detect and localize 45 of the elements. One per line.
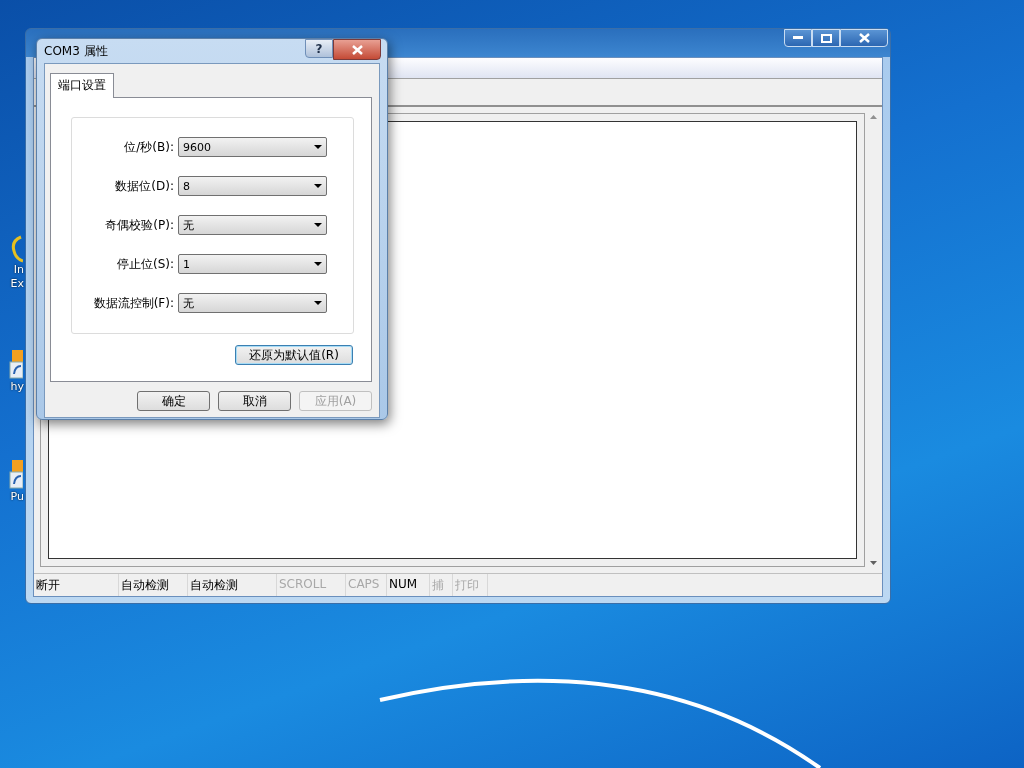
- dropdown[interactable]: 8: [178, 176, 327, 196]
- dropdown[interactable]: 无: [178, 293, 327, 313]
- dropdown-arrow-icon: [314, 301, 322, 305]
- maximize-button[interactable]: [812, 29, 840, 47]
- status-item: 断开: [34, 574, 119, 596]
- dropdown-arrow-icon: [314, 223, 322, 227]
- dialog-button[interactable]: 确定: [137, 391, 210, 411]
- tab[interactable]: 端口设置: [50, 73, 114, 98]
- maximize-icon: [820, 33, 832, 43]
- close-icon: [858, 33, 870, 43]
- field-label: 奇偶校验(P):: [105, 216, 174, 234]
- field-label: 数据流控制(F):: [93, 294, 174, 312]
- dropdown-arrow-icon: [314, 262, 322, 266]
- dropdown-arrow-icon: [314, 145, 322, 149]
- status-item: NUM: [387, 574, 430, 596]
- shortcut-icon[interactable]: [9, 350, 23, 380]
- dialog-button[interactable]: 取消: [218, 391, 291, 411]
- scroll-up-icon[interactable]: [870, 115, 877, 119]
- scroll-down-icon[interactable]: [870, 561, 877, 565]
- desktop-icon-label[interactable]: Ex: [10, 277, 25, 291]
- field-label: 停止位(S):: [116, 255, 174, 273]
- dialog-title: COM3 属性: [44, 43, 108, 60]
- desktop-icon-label[interactable]: Pu: [10, 490, 25, 504]
- dropdown[interactable]: 无: [178, 215, 327, 235]
- status-item: 自动检测: [188, 574, 277, 596]
- desktop-icon-label[interactable]: In: [13, 263, 25, 277]
- status-item: 自动检测: [119, 574, 188, 596]
- shortcut-icon[interactable]: [9, 460, 23, 490]
- help-button[interactable]: ?: [305, 39, 333, 58]
- dropdown[interactable]: 9600: [178, 137, 327, 157]
- field-label: 位/秒(B):: [124, 138, 174, 156]
- close-button[interactable]: [333, 39, 381, 60]
- minimize-button[interactable]: [784, 29, 812, 47]
- status-item: SCROLL: [277, 574, 346, 596]
- close-icon: [351, 44, 363, 55]
- status-item: 打印: [453, 574, 488, 596]
- dropdown[interactable]: 1: [178, 254, 327, 274]
- field-label: 数据位(D):: [115, 177, 174, 195]
- restore-defaults-button[interactable]: 还原为默认值(R): [235, 345, 353, 365]
- status-item: 捕: [430, 574, 453, 596]
- browser-icon[interactable]: [11, 235, 23, 263]
- desktop-icon-label[interactable]: hy: [10, 380, 25, 394]
- minimize-icon: [793, 36, 803, 40]
- status-item: CAPS: [346, 574, 387, 596]
- dropdown-arrow-icon: [314, 184, 322, 188]
